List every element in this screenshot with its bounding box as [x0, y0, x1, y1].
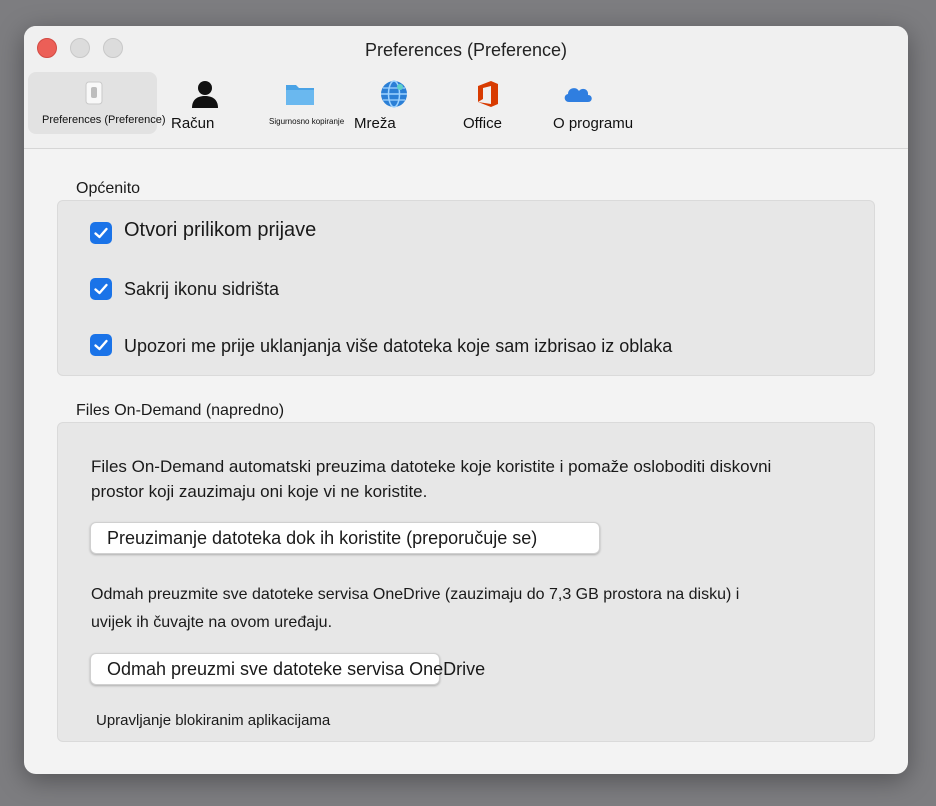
preferences-window: Preferences (Preference) Preferences (Pr…: [24, 26, 908, 774]
files-on-demand-description-line2: prostor koji zauzimaju oni koje vi ne ko…: [91, 482, 428, 501]
folder-icon: [284, 78, 316, 110]
open-at-login-option[interactable]: Otvori prilikom prijave: [90, 219, 390, 246]
hide-dock-icon-label: Sakrij ikonu sidrišta: [124, 279, 280, 299]
tab-network-label: Mreža: [354, 115, 396, 132]
open-at-login-label: Otvori prilikom prijave: [124, 219, 317, 241]
office-icon: [472, 78, 504, 110]
hide-dock-icon-option[interactable]: Sakrij ikonu sidrišta: [90, 278, 390, 302]
person-icon: [189, 78, 221, 110]
download-all-button[interactable]: Odmah preuzmi sve datoteke servisa OneDr…: [90, 653, 485, 685]
tab-network[interactable]: Mreža: [354, 72, 434, 134]
tab-preferences[interactable]: Preferences (Preference): [28, 72, 166, 134]
download-all-description: Odmah preuzmite sve datoteke servisa One…: [91, 581, 739, 637]
manage-blocked-apps-link[interactable]: Upravljanje blokiranim aplikacijama: [96, 712, 330, 729]
tab-account-label: Račun: [171, 115, 215, 132]
tab-about-label: O programu: [553, 115, 634, 132]
tab-backup[interactable]: Sigurnosno kopiranje: [266, 72, 356, 134]
tab-about[interactable]: O programu: [550, 72, 650, 134]
window-title: Preferences (Preference): [364, 40, 568, 60]
files-on-demand-description: Files On-Demand automatski preuzima dato…: [91, 454, 771, 504]
checkmark-icon: [94, 283, 108, 295]
warn-before-removing-label: Upozori me prije uklanjanja više datotek…: [124, 336, 673, 356]
open-at-login-checkbox[interactable]: [90, 222, 112, 244]
general-section-title: Općenito: [76, 180, 141, 197]
files-on-demand-description-line1: Files On-Demand automatski preuzima dato…: [91, 457, 772, 476]
globe-icon: [378, 78, 410, 110]
tab-account[interactable]: Račun: [164, 72, 234, 134]
hide-dock-icon-checkbox[interactable]: [90, 278, 112, 300]
tab-preferences-label: Preferences (Preference): [42, 114, 166, 126]
checkmark-icon: [94, 227, 108, 239]
tab-office-label: Office: [463, 115, 502, 132]
files-on-demand-section-title: Files On-Demand (napredno): [76, 402, 285, 419]
cloud-icon: [562, 78, 594, 110]
warn-before-removing-checkbox[interactable]: [90, 334, 112, 356]
tab-backup-label: Sigurnosno kopiranje: [269, 117, 345, 126]
download-on-use-button[interactable]: Preuzimanje datoteka dok ih koristite (p…: [90, 522, 600, 554]
toolbar: Preferences (Preference) Preferences (Pr…: [24, 26, 908, 149]
warn-before-removing-option[interactable]: Upozori me prije uklanjanja više datotek…: [90, 334, 730, 358]
download-all-description-line2: uvijek ih čuvajte na ovom uređaju.: [91, 614, 333, 631]
download-all-description-line1: Odmah preuzmite sve datoteke servisa One…: [91, 586, 740, 603]
tab-office[interactable]: Office: [454, 72, 524, 134]
switch-icon: [78, 78, 110, 110]
checkmark-icon: [94, 339, 108, 351]
